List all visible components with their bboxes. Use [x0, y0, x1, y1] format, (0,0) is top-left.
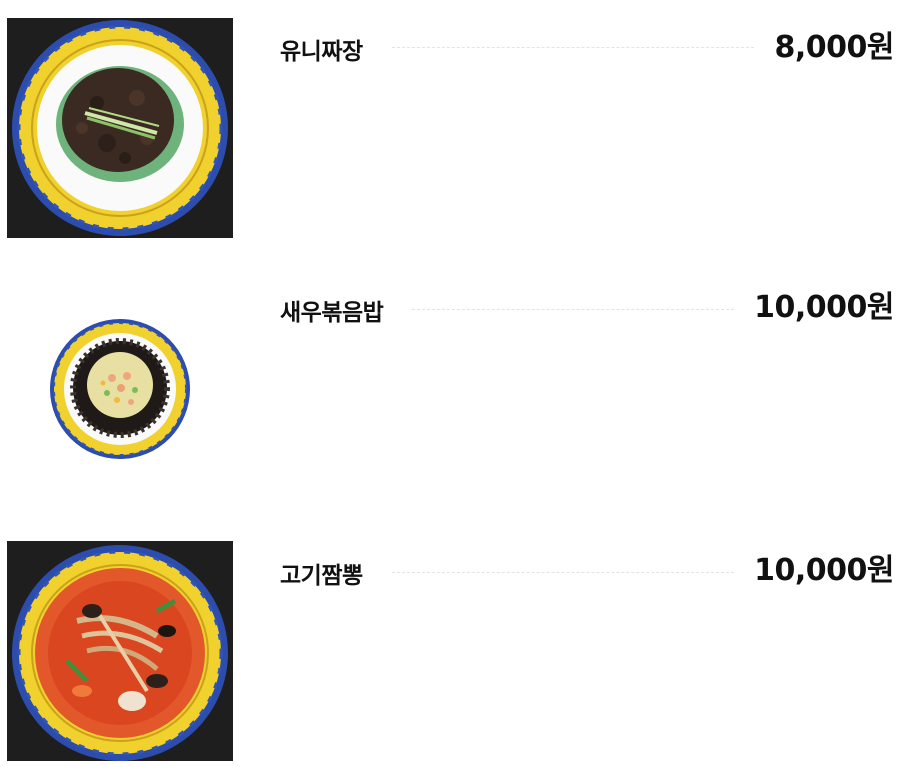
menu-item-price: 10,000원 — [754, 553, 894, 588]
shrimp-fried-rice-dish-photo[interactable] — [7, 278, 233, 498]
dotted-leader-line — [392, 572, 734, 573]
dotted-leader-line — [412, 309, 734, 310]
dotted-leader-line — [392, 47, 754, 48]
meat-jjamppong-dish-photo[interactable] — [7, 541, 233, 761]
menu-item-price: 10,000원 — [754, 290, 894, 325]
menu-item-price: 8,000원 — [774, 30, 895, 65]
menu-list: 유니짜장 8,000원 새우볶음밥 10,000원 고기짬뽕 10,000원 — [0, 0, 914, 767]
menu-item-name: 새우볶음밥 — [280, 300, 384, 326]
menu-item-name: 고기짬뽕 — [280, 563, 363, 589]
jjajang-dish-photo[interactable] — [7, 18, 233, 238]
menu-item-name: 유니짜장 — [280, 39, 363, 65]
